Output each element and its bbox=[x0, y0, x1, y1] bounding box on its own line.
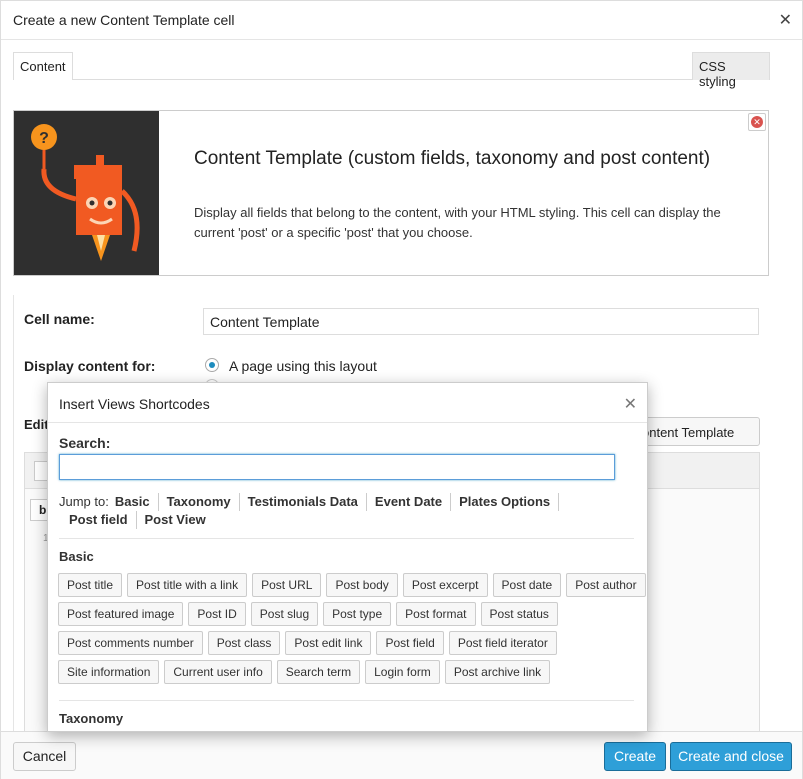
chip-post-archive-link[interactable]: Post archive link bbox=[444, 660, 551, 684]
search-input[interactable] bbox=[59, 454, 615, 480]
jump-link-plates-options[interactable]: Plates Options bbox=[451, 493, 560, 511]
chip-post-excerpt[interactable]: Post excerpt bbox=[402, 573, 488, 597]
dialog-header: Create a new Content Template cell ✕ bbox=[1, 1, 802, 40]
tab-bar: Content CSS styling bbox=[13, 52, 770, 89]
svg-text:?: ? bbox=[39, 130, 49, 147]
shortcode-chips: Post title Post title with a link Post U… bbox=[58, 573, 646, 689]
chip-post-featured-image[interactable]: Post featured image bbox=[58, 602, 184, 626]
chip-post-type[interactable]: Post type bbox=[323, 602, 392, 626]
insert-shortcodes-popup: Insert Views Shortcodes ✕ Search: Jump t… bbox=[47, 382, 648, 732]
chip-post-status[interactable]: Post status bbox=[480, 602, 558, 626]
section-taxonomy-heading: Taxonomy bbox=[59, 711, 124, 726]
jump-link-taxonomy[interactable]: Taxonomy bbox=[159, 493, 240, 511]
chip-site-information[interactable]: Site information bbox=[58, 660, 160, 684]
chip-current-user-info[interactable]: Current user info bbox=[164, 660, 272, 684]
create-and-close-button[interactable]: Create and close bbox=[670, 742, 792, 771]
chip-post-title[interactable]: Post title bbox=[58, 573, 123, 597]
chip-post-slug[interactable]: Post slug bbox=[250, 602, 319, 626]
radio-page-layout[interactable] bbox=[205, 358, 219, 372]
divider bbox=[59, 538, 634, 539]
edit-label: Edit bbox=[24, 417, 49, 432]
dialog-footer: Cancel Create Create and close bbox=[1, 731, 802, 779]
chip-post-id[interactable]: Post ID bbox=[188, 602, 246, 626]
chip-row: Post title Post title with a link Post U… bbox=[58, 573, 646, 597]
cell-name-label: Cell name: bbox=[24, 311, 95, 327]
tab-css-styling[interactable]: CSS styling bbox=[692, 52, 770, 89]
cancel-button[interactable]: Cancel bbox=[13, 742, 76, 771]
chip-search-term[interactable]: Search term bbox=[276, 660, 361, 684]
chip-post-title-link[interactable]: Post title with a link bbox=[127, 573, 248, 597]
jump-link-post-field[interactable]: Post field bbox=[59, 511, 137, 529]
chip-post-edit-link[interactable]: Post edit link bbox=[285, 631, 372, 655]
display-content-label: Display content for: bbox=[24, 358, 156, 374]
remove-icon: ✕ bbox=[751, 116, 763, 128]
section-basic-heading: Basic bbox=[59, 549, 94, 564]
chip-post-format[interactable]: Post format bbox=[396, 602, 476, 626]
chip-post-url[interactable]: Post URL bbox=[252, 573, 322, 597]
jump-link-testimonials[interactable]: Testimonials Data bbox=[240, 493, 367, 511]
popup-title: Insert Views Shortcodes bbox=[59, 396, 210, 412]
jump-link-event-date[interactable]: Event Date bbox=[367, 493, 452, 511]
cell-info-panel: ? Content Template (custom fields, taxon… bbox=[13, 110, 769, 276]
cell-type-title: Content Template (custom fields, taxonom… bbox=[194, 148, 711, 169]
content-template-button-label: ontent Template bbox=[642, 425, 735, 440]
jump-to-label: Jump to: bbox=[59, 494, 109, 509]
cell-name-input[interactable] bbox=[203, 308, 759, 335]
robot-icon: ? bbox=[31, 124, 140, 261]
create-button[interactable]: Create bbox=[604, 742, 666, 771]
popup-header: Insert Views Shortcodes ✕ bbox=[48, 383, 647, 423]
chip-row: Site information Current user info Searc… bbox=[58, 660, 638, 684]
dialog-title: Create a new Content Template cell bbox=[13, 12, 235, 28]
jump-link-basic[interactable]: Basic bbox=[115, 493, 159, 511]
chip-post-field[interactable]: Post field bbox=[376, 631, 444, 655]
chip-post-class[interactable]: Post class bbox=[207, 631, 281, 655]
chip-row: Post comments number Post class Post edi… bbox=[58, 631, 638, 655]
tab-content[interactable]: Content bbox=[13, 52, 73, 80]
chip-post-comments-number[interactable]: Post comments number bbox=[58, 631, 203, 655]
divider bbox=[59, 700, 634, 701]
chip-post-body[interactable]: Post body bbox=[326, 573, 398, 597]
robot-illustration: ? bbox=[14, 111, 159, 275]
chip-post-author[interactable]: Post author bbox=[566, 573, 646, 597]
search-label: Search: bbox=[59, 435, 111, 451]
close-icon[interactable]: ✕ bbox=[779, 10, 792, 30]
jump-link-post-view[interactable]: Post View bbox=[137, 511, 214, 529]
chip-row: Post featured image Post ID Post slug Po… bbox=[58, 602, 638, 626]
remove-panel-button[interactable]: ✕ bbox=[748, 113, 766, 131]
radio-page-layout-label: A page using this layout bbox=[229, 358, 377, 374]
cell-type-description: Display all fields that belong to the co… bbox=[194, 205, 721, 240]
chip-login-form[interactable]: Login form bbox=[365, 660, 440, 684]
jump-to-nav: Jump to: Basic Taxonomy Testimonials Data Ev… bbox=[59, 493, 634, 529]
content-template-button[interactable]: ontent Template bbox=[641, 417, 760, 446]
chip-post-date[interactable]: Post date bbox=[492, 573, 562, 597]
popup-close-icon[interactable]: ✕ bbox=[624, 394, 637, 414]
chip-post-field-iterator[interactable]: Post field iterator bbox=[448, 631, 557, 655]
